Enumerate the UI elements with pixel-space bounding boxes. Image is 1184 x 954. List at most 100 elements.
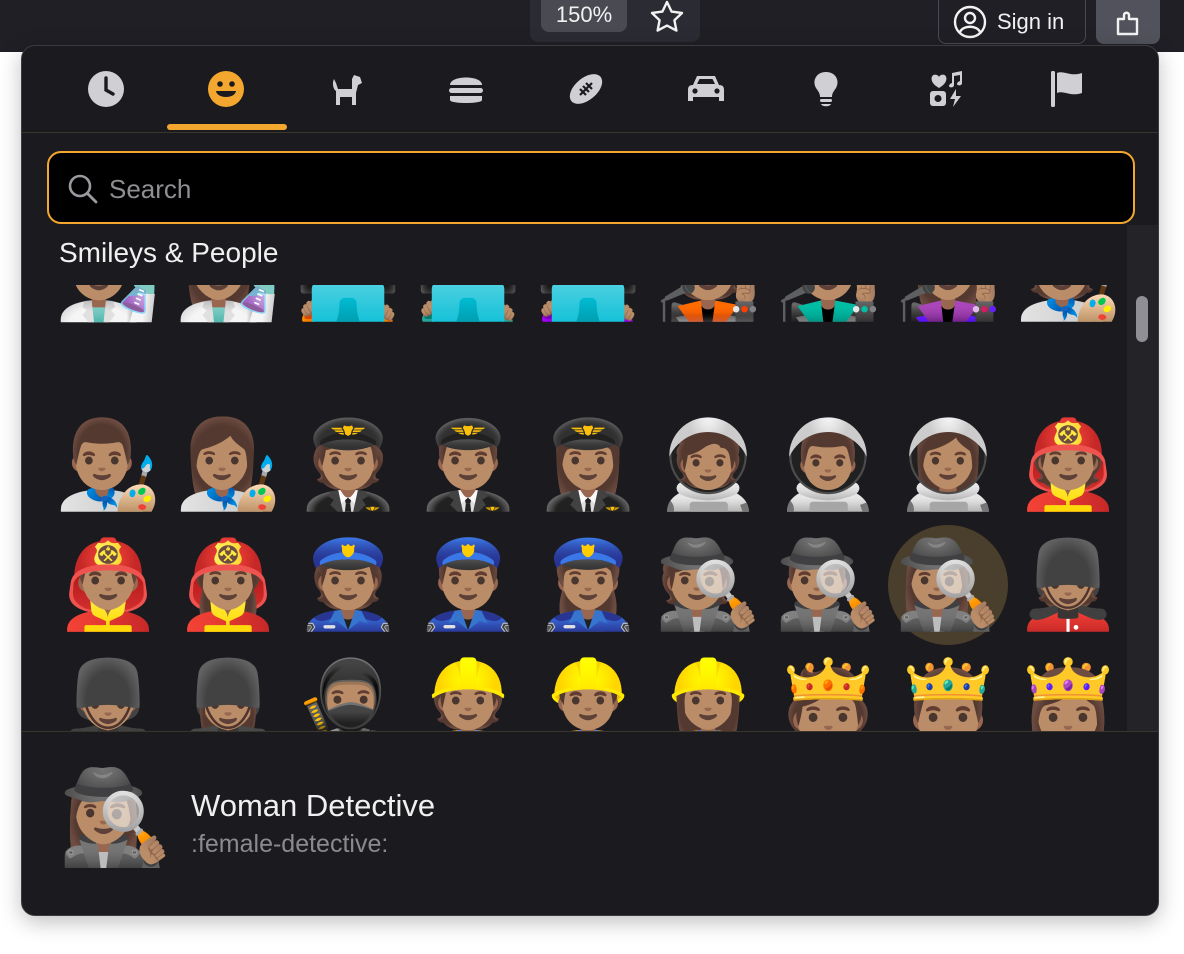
emoji-cell[interactable]: 👩🏽‍🚀: [888, 405, 1008, 525]
active-tab-indicator: [167, 124, 287, 130]
emoji-cell[interactable]: 🤴🏽: [888, 645, 1008, 731]
emoji-cell[interactable]: 🕵🏽‍♂️: [768, 525, 888, 645]
emoji-cell[interactable]: 👨🏽‍🎨: [48, 405, 168, 525]
emoji-cell[interactable]: 💂🏽‍♂️: [48, 645, 168, 731]
emoji-glyph: 👩🏽‍🔬: [174, 285, 281, 331]
emoji-glyph: 👨🏽‍🎤: [774, 285, 881, 331]
emoji-cell[interactable]: 👩🏽‍💻: [528, 285, 648, 331]
emoji-glyph: 🧑🏽‍🚒: [1014, 417, 1122, 513]
scrollbar-thumb[interactable]: [1136, 296, 1148, 342]
emoji-cell[interactable]: 🕵🏽‍♀️: [888, 525, 1008, 645]
sign-in-label: Sign in: [997, 8, 1065, 34]
account-icon: [953, 5, 987, 38]
emoji-cell[interactable]: 👮🏽: [288, 525, 408, 645]
sign-in-button[interactable]: Sign in: [938, 0, 1086, 44]
emoji-cell[interactable]: 👩🏽‍✈️: [528, 405, 648, 525]
emoji-glyph: 💂🏽: [1014, 537, 1122, 633]
emoji-glyph: 💂🏽‍♀️: [174, 657, 282, 731]
car-icon: [688, 76, 724, 101]
emoji-cell[interactable]: 👮🏽‍♂️: [408, 525, 528, 645]
emoji-glyph: 👩🏽‍🚒: [174, 537, 282, 633]
emoji-cell[interactable]: 👸🏽: [1008, 645, 1127, 731]
tab-recent[interactable]: [46, 46, 166, 132]
emoji-cell[interactable]: 🧑🏽‍✈️: [288, 405, 408, 525]
emoji-grid: Smileys & People 👨🏽‍🔬 👩🏽‍🔬 🧑🏽‍💻 👨🏽‍💻 👩🏽‍💻 🧑🏽‍…: [22, 225, 1127, 731]
preview-emoji: 🕵🏽‍♀️: [58, 767, 173, 869]
emoji-glyph: 👸🏽: [1014, 657, 1122, 731]
preview-shortcode: :female-detective:: [191, 830, 389, 858]
search-input[interactable]: [107, 165, 1111, 213]
emoji-cell[interactable]: 🧑🏽‍🎤: [648, 285, 768, 331]
smiley-icon: [208, 71, 244, 107]
burger-icon: [449, 77, 483, 103]
emoji-cell[interactable]: 👷🏽‍♂️: [528, 645, 648, 731]
symbols-icon: [930, 71, 962, 107]
emoji-cell[interactable]: 👨🏽‍🎤: [768, 285, 888, 331]
emoji-cell[interactable]: 🧑🏽‍🚒: [1008, 405, 1127, 525]
tab-activities[interactable]: [526, 46, 646, 132]
emoji-cell[interactable]: 🧑🏽‍💻: [288, 285, 408, 331]
search-field[interactable]: [47, 151, 1135, 224]
tab-symbols[interactable]: [886, 46, 1006, 132]
lightbulb-icon: [814, 72, 838, 107]
section-title: Smileys & People: [59, 237, 279, 268]
tab-food[interactable]: [406, 46, 526, 132]
emoji-glyph: 💂🏽‍♂️: [54, 657, 162, 731]
emoji-cell[interactable]: 🧑🏽‍🎨: [1008, 285, 1127, 331]
tab-smileys[interactable]: [166, 46, 286, 132]
emoji-cell[interactable]: 🫅🏽: [768, 645, 888, 731]
emoji-glyph: 👨🏽‍✈️: [414, 417, 522, 513]
emoji-cell[interactable]: 👩🏽‍🎨: [168, 405, 288, 525]
emoji-cell[interactable]: 👷🏽: [408, 645, 528, 731]
emoji-glyph: 🥷🏽: [294, 657, 402, 731]
divider: [22, 731, 1158, 732]
emoji-glyph: 👨🏽‍💻: [414, 285, 521, 331]
emoji-cell[interactable]: 👩🏽‍🚒: [168, 525, 288, 645]
dog-icon: [332, 75, 362, 105]
emoji-cell[interactable]: 💂🏽‍♀️: [168, 645, 288, 731]
tab-objects[interactable]: [766, 46, 886, 132]
emoji-glyph: 🧑🏽‍💻: [294, 285, 401, 331]
clock-icon: [88, 71, 124, 107]
search-icon: [68, 174, 98, 204]
football-icon: [569, 74, 603, 104]
emoji-glyph: 👩🏽‍🚀: [894, 417, 1002, 513]
bookmark-star-icon[interactable]: [647, 0, 687, 32]
flag-icon: [1051, 71, 1082, 107]
emoji-glyph: 👷🏽: [414, 657, 522, 731]
emoji-glyph: 👮🏽: [294, 537, 402, 633]
emoji-glyph: 🕵🏽‍♀️: [894, 537, 1002, 633]
emoji-glyph: 🧑🏽‍🎤: [654, 285, 761, 331]
emoji-glyph: 👩🏽‍✈️: [534, 417, 642, 513]
zoom-level-badge[interactable]: 150%: [541, 0, 627, 32]
emoji-cell[interactable]: 💂🏽: [1008, 525, 1127, 645]
emoji-cell[interactable]: 👨🏽‍🚀: [768, 405, 888, 525]
emoji-cell[interactable]: 🧑🏽‍🚀: [648, 405, 768, 525]
emoji-glyph: 🧑🏽‍🚀: [654, 417, 762, 513]
emoji-glyph: 👩🏽‍💻: [534, 285, 641, 331]
tab-animals[interactable]: [286, 46, 406, 132]
emoji-cell[interactable]: 👷🏽‍♀️: [648, 645, 768, 731]
emoji-glyph: 🤴🏽: [894, 657, 1002, 731]
emoji-cell[interactable]: 🥷🏽: [288, 645, 408, 731]
emoji-cell[interactable]: 🕵🏽: [648, 525, 768, 645]
emoji-cell[interactable]: 👩🏽‍🎤: [888, 285, 1008, 331]
emoji-cell[interactable]: 👨🏽‍💻: [408, 285, 528, 331]
emoji-cell[interactable]: 👨🏽‍✈️: [408, 405, 528, 525]
emoji-glyph: 🕵🏽‍♂️: [774, 537, 882, 633]
emoji-cell[interactable]: 👨🏽‍🚒: [48, 525, 168, 645]
emoji-picker: Smileys & People 👨🏽‍🔬 👩🏽‍🔬 🧑🏽‍💻 👨🏽‍💻 👩🏽‍💻 🧑🏽‍…: [21, 45, 1159, 916]
emoji-glyph: 👩🏽‍🎤: [894, 285, 1001, 331]
puzzle-icon: [1116, 11, 1139, 36]
emoji-glyph: 🧑🏽‍🎨: [1014, 285, 1121, 331]
tab-travel[interactable]: [646, 46, 766, 132]
emoji-glyph: 🫅🏽: [774, 657, 882, 731]
tab-flags[interactable]: [1006, 46, 1126, 132]
emoji-glyph: 👮🏽‍♀️: [534, 537, 642, 633]
emoji-cell[interactable]: 👮🏽‍♀️: [528, 525, 648, 645]
emoji-glyph: 🧑🏽‍✈️: [294, 417, 402, 513]
emoji-cell[interactable]: 👩🏽‍🔬: [168, 285, 288, 331]
extensions-button[interactable]: [1096, 0, 1160, 44]
emoji-glyph: 🕵🏽: [654, 537, 762, 633]
emoji-cell[interactable]: 👨🏽‍🔬: [48, 285, 168, 331]
